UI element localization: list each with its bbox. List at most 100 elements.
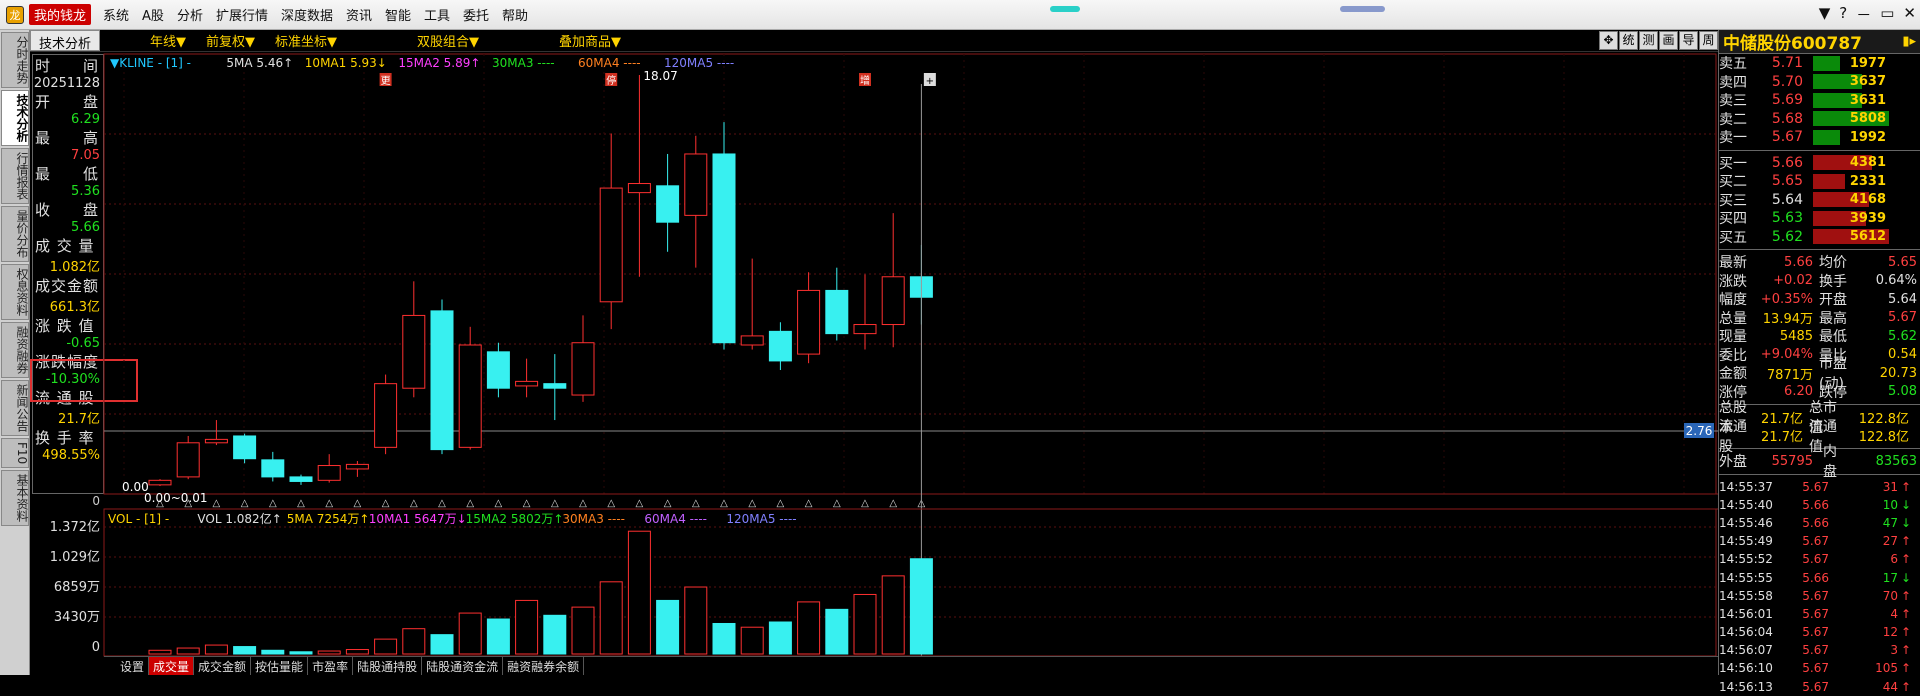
tick-row: 14:56:01 5.67 4 ↑	[1719, 605, 1920, 623]
menu-item-5[interactable]: 资讯	[346, 5, 372, 24]
indicator-tabs: 设置 成交量 成交金额 按估量能 市盈率 陆股通持股 陆股通资金流 融资融券余额	[104, 656, 1718, 675]
indicator-tab-6[interactable]: 陆股通资金流	[422, 657, 504, 675]
chart-tool-2[interactable]: 测	[1639, 31, 1658, 50]
menu-item-0[interactable]: 系统	[103, 5, 129, 24]
menu-item-4[interactable]: 深度数据	[281, 5, 333, 24]
side-tab-3[interactable]: 量价分布	[1, 206, 29, 262]
info-value-3: 5.36	[71, 184, 100, 199]
indicator-tab-4[interactable]: 市盈率	[308, 657, 354, 675]
buy-volume: 4381	[1849, 155, 1886, 171]
toolbar-dropdown-1[interactable]: 前复权▼	[206, 31, 255, 50]
tick-row: 14:55:40 5.66 10 ↓	[1719, 496, 1920, 514]
side-tab-4[interactable]: 权息资料	[1, 264, 29, 320]
toolbar-dropdown-2[interactable]: 标准坐标▼	[275, 31, 337, 50]
axis-marker-icon: △	[777, 498, 785, 509]
stock-menu-icon[interactable]: ▮▸	[1902, 34, 1916, 49]
side-tab-5[interactable]: 融资融券	[1, 322, 29, 378]
tick-time: 14:55:49	[1719, 534, 1773, 549]
window-control-4[interactable]: ✕	[1903, 4, 1916, 25]
brand-button[interactable]: 我的钱龙	[29, 4, 92, 25]
tick-price: 5.67	[1802, 588, 1829, 603]
toolbar-dropdown-4[interactable]: 叠加商品▼	[559, 31, 621, 50]
menu-item-6[interactable]: 智能	[385, 5, 411, 24]
indicator-tab-5[interactable]: 陆股通持股	[353, 657, 423, 675]
window-control-0[interactable]: ▼	[1819, 4, 1831, 25]
out-value: 55795	[1771, 453, 1813, 469]
sell-order-row: 卖二 5.68 5808	[1719, 110, 1920, 129]
axis-marker-icon: △	[664, 498, 672, 509]
chart-tool-5[interactable]: 周	[1699, 31, 1718, 50]
volume-bar	[825, 608, 849, 655]
buy-price: 5.63	[1771, 210, 1803, 227]
tab-technical-analysis[interactable]: 技术分析	[30, 30, 101, 52]
axis-marker-icon: △	[692, 498, 700, 509]
tick-time: 14:55:55	[1719, 570, 1773, 585]
volume-bar	[712, 622, 736, 655]
toolbar-dropdown-3[interactable]: 双股组合▼	[417, 31, 479, 50]
menu-item-3[interactable]: 扩展行情	[216, 5, 268, 24]
indicator-tab-2[interactable]: 成交金额	[194, 657, 252, 675]
up-arrow-icon: ↑	[1901, 625, 1912, 640]
candle-body	[430, 310, 454, 451]
candle-body	[261, 459, 285, 478]
buy-volume: 3939	[1849, 210, 1886, 226]
bar-info-panel: 时 间 20251128 开 盘 6.29 最 高 7.05 最 低 5.36 收 盘 5.66 成…	[32, 54, 104, 494]
menu-item-8[interactable]: 委托	[463, 5, 489, 24]
sell-level-label: 卖四	[1719, 74, 1747, 91]
kline-legend-4: 30MA3 ----	[492, 56, 555, 70]
candle-body	[176, 442, 200, 478]
chart-toolbar: 技术分析 年线▼ 前复权▼ 标准坐标▼ 双股组合▼ 叠加商品▼ ✥ 统测画导周	[30, 30, 1718, 52]
side-tab-7[interactable]: F10	[1, 438, 29, 469]
axis-marker-icon: △	[269, 498, 277, 509]
chart-tool-3[interactable]: 画	[1659, 31, 1678, 50]
info-label-0: 时 间	[35, 57, 100, 75]
info-value-2: 7.05	[71, 148, 100, 163]
menu-item-7[interactable]: 工具	[424, 5, 450, 24]
volume-bar	[515, 599, 539, 655]
side-tab-0[interactable]: 分时走势	[1, 32, 29, 88]
axis-marker-icon: △	[241, 498, 249, 509]
tick-row: 14:55:58 5.67 70 ↑	[1719, 587, 1920, 605]
indicator-tab-3[interactable]: 按估量能	[251, 657, 309, 675]
chart-tool-4[interactable]: 导	[1679, 31, 1698, 50]
volume-bar	[797, 601, 821, 655]
candle-body	[458, 344, 482, 448]
sell-price: 5.69	[1771, 92, 1803, 109]
indicator-tab-1[interactable]: 成交量	[149, 657, 195, 675]
candle-body	[740, 335, 764, 346]
quote-row: 涨跌 +0.02 换手 0.64%	[1719, 272, 1920, 291]
side-tab-2[interactable]: 行情报表	[1, 148, 29, 204]
sell-price: 5.71	[1771, 55, 1803, 72]
vol-axis-label: 0	[92, 640, 100, 655]
menu-item-1[interactable]: A股	[142, 5, 164, 24]
chart-tool-1[interactable]: 统	[1619, 31, 1638, 50]
indicator-tab-7[interactable]: 融资融券余额	[503, 657, 585, 675]
candle-body	[233, 435, 257, 460]
menu-item-9[interactable]: 帮助	[502, 5, 528, 24]
window-control-3[interactable]: ▭	[1880, 4, 1894, 25]
side-tab-1[interactable]: 技术分析	[1, 90, 29, 146]
side-tab-8[interactable]: 基本资料	[1, 470, 29, 527]
window-control-2[interactable]: －	[1856, 4, 1871, 25]
up-arrow-icon: ↑	[1901, 661, 1912, 676]
transparency-slider[interactable]	[1340, 6, 1385, 12]
menu-item-2[interactable]: 分析	[177, 5, 203, 24]
buy-order-row: 买三 5.64 4168	[1719, 191, 1920, 210]
tick-price: 5.67	[1802, 625, 1829, 640]
toolbar-dropdown-0[interactable]: 年线▼	[150, 31, 186, 50]
quote-value: 7871万	[1766, 367, 1813, 383]
indicator-tab-0[interactable]: 设置	[116, 657, 150, 675]
quote-label-2: 开盘	[1819, 292, 1847, 309]
quote-value-2: 0.64%	[1875, 273, 1917, 289]
tick-price: 5.66	[1802, 497, 1829, 512]
volume-bar	[345, 649, 369, 655]
kline-legend-5: 60MA4 ----	[578, 56, 641, 70]
tick-volume: 4	[1890, 606, 1898, 621]
axis-marker-icon: △	[297, 498, 305, 509]
kline-chart[interactable]: 2.76 0 ▼KLINE - [1] - 5MA 5.46↑ 10MA1 5.93↓ 1…	[50, 53, 1718, 657]
chart-tool-0[interactable]: ✥	[1599, 31, 1618, 50]
vol-legend-0: VOL - [1] -	[108, 512, 169, 526]
window-control-1[interactable]: ?	[1839, 4, 1847, 25]
quote-value: 5485	[1779, 328, 1813, 344]
side-tab-6[interactable]: 新闻公告	[1, 380, 29, 436]
